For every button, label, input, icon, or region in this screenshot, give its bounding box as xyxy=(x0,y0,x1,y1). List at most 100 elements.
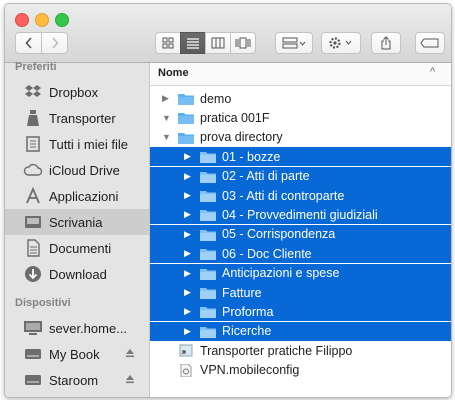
folder-icon xyxy=(200,268,216,280)
back-button[interactable] xyxy=(15,32,42,54)
table-row[interactable]: ▶ 05 - Corrispondenza xyxy=(150,224,451,244)
applications-icon xyxy=(23,186,43,206)
table-row[interactable]: VPN.mobileconfig xyxy=(150,361,451,380)
devices-header: Dispositivi xyxy=(15,297,71,309)
sidebar-item-applications[interactable]: Applicazioni xyxy=(5,183,149,209)
list-view-button[interactable] xyxy=(180,32,206,54)
dropbox-icon xyxy=(23,82,43,102)
disclosure-collapsed-icon[interactable]: ▶ xyxy=(184,326,191,337)
disclosure-collapsed-icon[interactable]: ▶ xyxy=(162,93,169,104)
eject-icon[interactable] xyxy=(125,348,135,361)
file-name: 01 - bozze xyxy=(222,149,281,164)
finder-window: Preferiti Dropbox Transporter Tutti i mi… xyxy=(4,3,452,398)
folder-icon xyxy=(200,210,216,222)
disclosure-collapsed-icon[interactable]: ▶ xyxy=(184,268,191,279)
column-header-name[interactable]: Nome ^ xyxy=(150,63,451,86)
list-icon xyxy=(187,38,199,49)
table-row[interactable]: ▼ pratica 001F xyxy=(150,108,451,127)
disclosure-expanded-icon[interactable]: ▼ xyxy=(162,113,171,123)
sidebar-item-label: Applicazioni xyxy=(49,188,119,204)
file-name: Fatture xyxy=(222,285,262,300)
share-button[interactable] xyxy=(371,32,401,54)
file-name: Anticipazioni e spese xyxy=(222,266,340,281)
file-name: prova directory xyxy=(200,130,283,145)
cover-flow-button[interactable] xyxy=(230,32,256,54)
cloud-icon xyxy=(23,160,43,180)
sidebar-item-icloud-drive[interactable]: iCloud Drive xyxy=(5,157,149,183)
column-view-button[interactable] xyxy=(205,32,231,54)
grid-icon xyxy=(162,37,174,49)
sidebar-item-label: Scrivania xyxy=(49,214,103,230)
file-name: 06 - Doc Cliente xyxy=(222,246,312,261)
forward-button[interactable] xyxy=(41,32,68,54)
folder-icon xyxy=(178,94,194,105)
table-row[interactable]: Transporter pratiche Filippo xyxy=(150,341,451,360)
sidebar-item-dropbox[interactable]: Dropbox xyxy=(5,79,149,105)
table-row[interactable]: ▶ 01 - bozze xyxy=(150,147,451,167)
chevron-right-icon xyxy=(51,37,59,49)
zoom-window-button[interactable] xyxy=(55,13,69,27)
file-name: Transporter pratiche Filippo xyxy=(200,343,353,358)
table-row[interactable]: ▶ Proforma xyxy=(150,302,451,322)
disclosure-collapsed-icon[interactable]: ▶ xyxy=(184,229,191,240)
disclosure-expanded-icon[interactable]: ▼ xyxy=(162,132,171,142)
sidebar-item-label: My Book xyxy=(49,346,100,362)
sidebar-item-all-files[interactable]: Tutti i miei file xyxy=(5,131,149,157)
arrange-button[interactable] xyxy=(275,32,313,54)
disclosure-collapsed-icon[interactable]: ▶ xyxy=(184,190,191,201)
table-row[interactable]: ▶ 02 - Atti di parte xyxy=(150,166,451,186)
eject-icon[interactable] xyxy=(125,374,135,387)
sidebar: Preferiti Dropbox Transporter Tutti i mi… xyxy=(5,61,150,397)
file-name: demo xyxy=(200,91,232,106)
file-name: pratica 001F xyxy=(200,110,270,125)
folder-icon xyxy=(200,249,216,261)
gear-icon xyxy=(329,37,352,49)
file-name: 05 - Corrispondenza xyxy=(222,227,336,242)
all-files-icon xyxy=(23,134,43,154)
icon-view-button[interactable] xyxy=(155,32,181,54)
file-name: Ricerche xyxy=(222,324,272,339)
sidebar-item-scrivania[interactable]: Scrivania xyxy=(5,209,149,235)
table-row[interactable]: ▶ Anticipazioni e spese xyxy=(150,263,451,283)
sidebar-item-my-book[interactable]: My Book xyxy=(5,341,149,367)
disclosure-collapsed-icon[interactable]: ▶ xyxy=(184,171,191,182)
file-name: 03 - Atti di controparte xyxy=(222,188,345,203)
folder-icon xyxy=(178,113,194,125)
tag-icon xyxy=(420,38,439,48)
sidebar-item-sever-home[interactable]: sever.home... xyxy=(5,315,149,341)
sidebar-item-documents[interactable]: Documenti xyxy=(5,235,149,261)
disclosure-collapsed-icon[interactable]: ▶ xyxy=(184,209,191,220)
folder-icon xyxy=(200,288,216,299)
sidebar-item-label: Staroom xyxy=(49,372,99,388)
config-file-icon xyxy=(180,363,192,377)
drive-icon xyxy=(23,344,43,364)
download-icon xyxy=(23,264,43,284)
disclosure-collapsed-icon[interactable]: ▶ xyxy=(184,287,191,298)
table-row[interactable]: ▶ 03 - Atti di controparte xyxy=(150,186,451,205)
folder-icon xyxy=(200,152,216,164)
computer-icon xyxy=(23,318,43,338)
table-row[interactable]: ▶ 06 - Doc Cliente xyxy=(150,244,451,264)
sort-ascending-icon: ^ xyxy=(430,66,436,78)
table-row[interactable]: ▶ 04 - Provvedimenti giudiziali xyxy=(150,205,451,225)
sidebar-item-label: iCloud Drive xyxy=(49,162,120,178)
sidebar-item-staroom[interactable]: Staroom xyxy=(5,367,149,393)
disclosure-collapsed-icon[interactable]: ▶ xyxy=(184,306,191,317)
toolbar xyxy=(5,4,451,63)
folder-icon xyxy=(200,191,216,202)
view-mode-group xyxy=(155,32,256,54)
sidebar-item-download[interactable]: Download xyxy=(5,261,149,287)
table-row[interactable]: ▶ demo xyxy=(150,89,451,108)
sidebar-item-transporter[interactable]: Transporter xyxy=(5,105,149,131)
disclosure-collapsed-icon[interactable]: ▶ xyxy=(184,151,191,162)
table-row[interactable]: ▼ prova directory xyxy=(150,128,451,147)
close-window-button[interactable] xyxy=(15,13,29,27)
disclosure-collapsed-icon[interactable]: ▶ xyxy=(184,248,191,259)
documents-icon xyxy=(23,238,43,258)
table-row[interactable]: ▶ Fatture xyxy=(150,283,451,302)
table-row[interactable]: ▶ Ricerche xyxy=(150,321,451,341)
action-button[interactable] xyxy=(321,32,361,54)
sidebar-item-label: Download xyxy=(49,266,107,282)
minimize-window-button[interactable] xyxy=(35,13,49,27)
tags-button[interactable] xyxy=(415,32,445,54)
